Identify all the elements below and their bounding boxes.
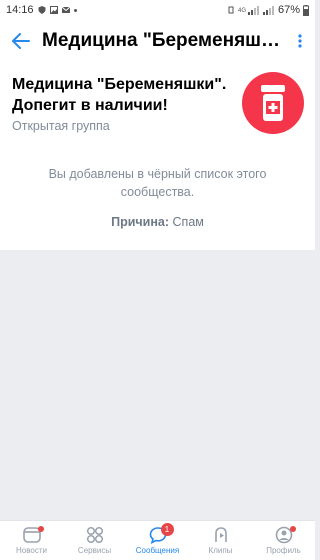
4g-signal-icon: 4G: [238, 6, 259, 15]
messages-badge: 1: [160, 523, 174, 536]
tab-messages[interactable]: 1 Сообщения: [126, 521, 189, 560]
tab-services[interactable]: Сервисы: [63, 521, 126, 560]
group-card: Медицина "Беременяшки". Допегит в наличи…: [0, 62, 315, 250]
tab-news[interactable]: Новости: [0, 521, 63, 560]
bottom-tab-bar: Новости Сервисы 1 Сообщения Клипы Профил…: [0, 520, 315, 560]
status-time: 14:16: [6, 4, 34, 16]
group-avatar[interactable]: [242, 72, 304, 134]
reason-value: Спам: [169, 215, 204, 229]
signal-icon: [262, 6, 274, 15]
group-name: Медицина "Беременяшки". Допегит в наличи…: [12, 76, 227, 114]
more-button[interactable]: [285, 20, 315, 62]
back-button[interactable]: [0, 20, 42, 62]
battery-icon: [303, 4, 309, 16]
services-icon: [86, 526, 103, 544]
news-notification-dot: [37, 526, 44, 532]
tab-profile[interactable]: Профиль: [252, 521, 315, 560]
group-type: Открытая группа: [12, 119, 110, 133]
profile-notification-dot: [289, 526, 296, 532]
blacklist-reason: Причина: Спам: [0, 215, 315, 229]
tab-label: Новости: [16, 546, 47, 555]
tab-clips[interactable]: Клипы: [189, 521, 252, 560]
battery-percent: 67%: [277, 4, 300, 16]
arrow-left-icon: [12, 33, 30, 49]
vibrate-icon: [228, 6, 234, 14]
reason-label: Причина:: [111, 215, 170, 229]
status-bar: 14:16 4G 67%: [0, 0, 315, 20]
shield-icon: [38, 6, 46, 14]
svg-text:4G: 4G: [238, 8, 246, 14]
top-bar: Медицина "Беременяшки". Допегит в наличи…: [0, 20, 315, 62]
tab-label: Сообщения: [135, 546, 180, 555]
tab-label: Сервисы: [77, 546, 112, 555]
tab-label: Клипы: [208, 546, 233, 555]
clips-icon: [214, 527, 227, 542]
page-title: Медицина "Беременяшки". Допегит в наличи…: [42, 30, 285, 51]
dot-icon: [73, 8, 77, 12]
tab-label: Профиль: [266, 546, 301, 555]
gallery-icon: [49, 6, 58, 14]
pill-bottle-icon: [261, 85, 285, 121]
blacklist-message: Вы добавлены в чёрный список этого сообщ…: [48, 167, 267, 199]
mail-icon: [61, 6, 70, 13]
more-vertical-icon: [298, 34, 302, 48]
